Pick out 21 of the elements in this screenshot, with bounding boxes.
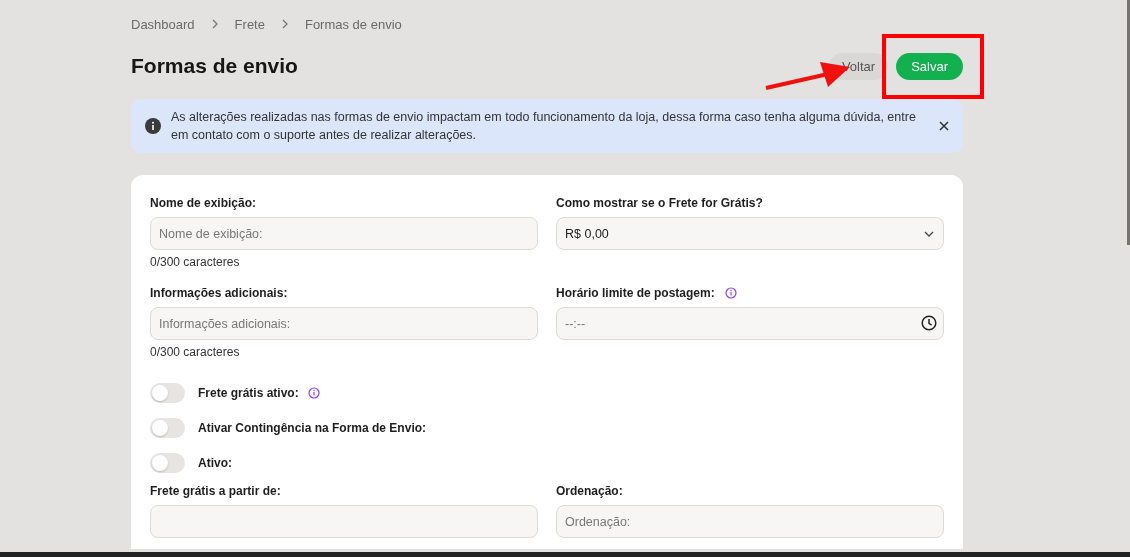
toggle-label: Frete grátis ativo: (198, 386, 299, 400)
field-label: Ordenação: (556, 484, 623, 498)
field-label: Nome de exibição: (150, 196, 257, 210)
field-label: Horário limite de postagem: (556, 286, 715, 300)
toggle-label: Ativar Contingência na Forma de Envio: (198, 421, 427, 435)
save-button[interactable]: Salvar (896, 52, 963, 80)
toggle-label: Ativo: (198, 456, 232, 470)
dropdown-field[interactable]: R$ 0,00 (556, 217, 944, 250)
character-counter: 0/300 caracteres (150, 345, 241, 359)
input-field[interactable]: Nome de exibição: (150, 217, 538, 250)
input-field[interactable]: Ordenação: (556, 505, 944, 538)
character-counter: 0/300 caracteres (150, 255, 241, 269)
alert-message: As alterações realizadas nas formas de envio impactam em todo funcionamento da loja, dessa forma caso tenha alguma dúvida, entre em contato com o suporte antes de realizar alterações. (171, 109, 917, 144)
field-label: Como mostrar se o Frete for Grátis? (556, 196, 763, 210)
breadcrumb-link[interactable]: Frete (234, 16, 265, 32)
breadcrumb-link[interactable]: Dashboard (131, 16, 195, 32)
input-field[interactable]: Informações adicionais: (150, 307, 538, 340)
time-field[interactable]: --:-- (556, 307, 944, 340)
field-label: Informações adicionais: (150, 286, 288, 300)
field-label: Frete grátis a partir de: (150, 484, 281, 498)
page-title: Formas de envio (131, 54, 299, 78)
